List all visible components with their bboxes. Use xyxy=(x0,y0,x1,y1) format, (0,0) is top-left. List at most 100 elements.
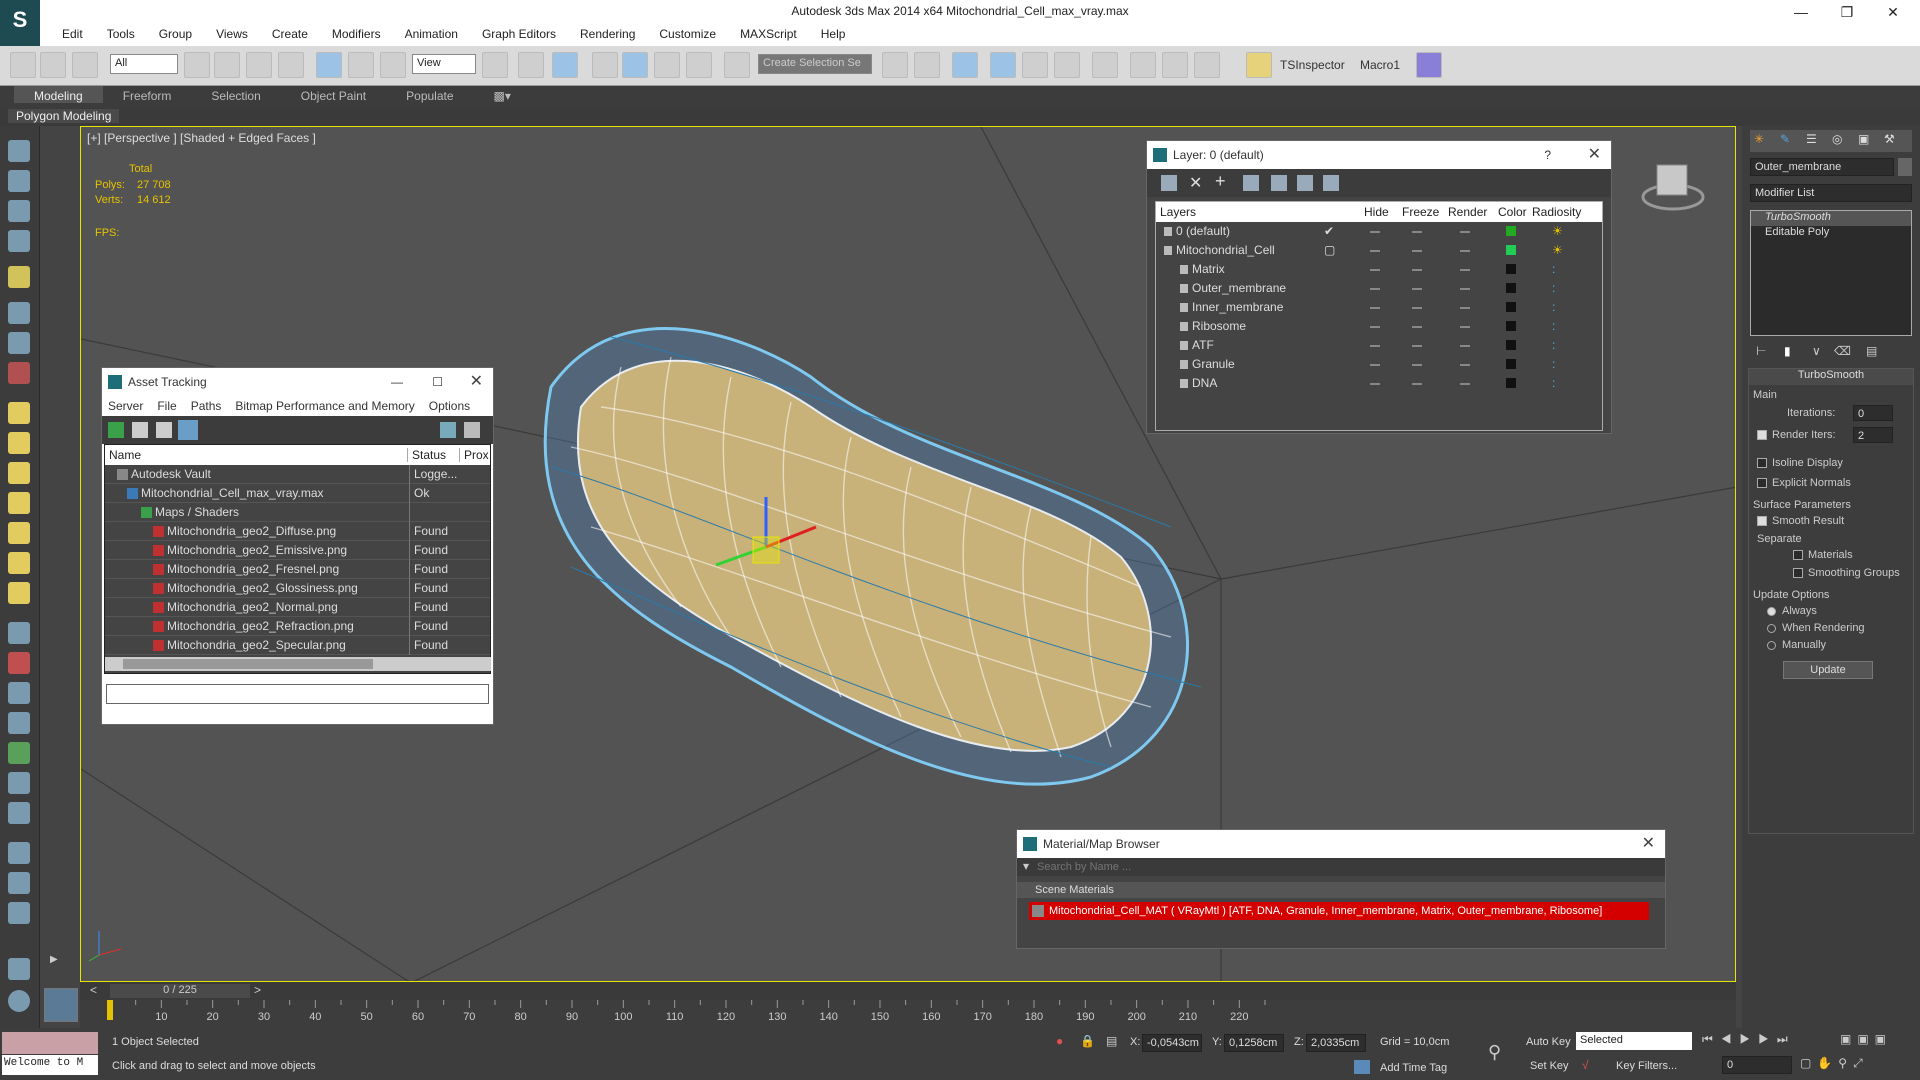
utilities-tab-icon[interactable]: ⚒ xyxy=(1884,132,1895,146)
minimize-icon[interactable]: — xyxy=(1778,0,1824,24)
material-browser-titlebar[interactable]: Material/Map Browser ✕ xyxy=(1017,830,1665,858)
mini-curve-editor-icon[interactable] xyxy=(44,988,78,1022)
viewport-nav-controls-2[interactable]: ▢✋⚲⤢ xyxy=(1800,1056,1869,1071)
grid-icon[interactable] xyxy=(8,230,30,252)
radiosity-icon[interactable]: : xyxy=(1552,336,1555,355)
hide-toggle[interactable] xyxy=(1370,345,1380,347)
column-radiosity[interactable]: Radiosity xyxy=(1532,205,1581,219)
manipulate-icon[interactable] xyxy=(518,52,544,78)
modifier-list-dropdown[interactable]: Modifier List xyxy=(1750,184,1912,202)
menu-graph-editors[interactable]: Graph Editors xyxy=(470,24,568,41)
column-freeze[interactable]: Freeze xyxy=(1402,205,1439,219)
radiosity-icon[interactable]: : xyxy=(1552,317,1555,336)
z-coordinate-field[interactable]: 2,0335cm xyxy=(1306,1034,1366,1052)
named-selection-set-input[interactable]: Create Selection Se xyxy=(758,54,872,74)
layer-color-swatch[interactable] xyxy=(1506,264,1516,274)
asset-row[interactable]: Mitochondria_geo2_Specular.png Found xyxy=(105,636,490,655)
freeze-toggle[interactable] xyxy=(1412,383,1422,385)
menu-maxscript[interactable]: MAXScript xyxy=(728,24,809,41)
radiosity-icon[interactable]: : xyxy=(1552,279,1555,298)
display-tab-icon[interactable]: ▣ xyxy=(1858,132,1869,146)
viewport-label[interactable]: [+] [Perspective ] [Shaded + Edged Faces… xyxy=(87,131,316,145)
tab-modeling[interactable]: Modeling xyxy=(14,86,103,103)
hide-toggle[interactable] xyxy=(1370,364,1380,366)
hide-toggle[interactable] xyxy=(1370,288,1380,290)
hide-all-icon[interactable] xyxy=(1297,175,1313,191)
render-toggle[interactable] xyxy=(1460,288,1470,290)
radiosity-icon[interactable]: : xyxy=(1552,260,1555,279)
select-in-layer-icon[interactable] xyxy=(1243,175,1259,191)
help-icon[interactable] xyxy=(440,422,456,438)
asset-row[interactable]: Autodesk Vault Logge... xyxy=(105,465,490,484)
layer-row[interactable]: Outer_membrane: xyxy=(1156,279,1602,298)
help-button[interactable]: ? xyxy=(1544,141,1551,169)
statistics-icon[interactable] xyxy=(8,200,30,222)
tab-populate[interactable]: Populate xyxy=(386,86,473,103)
column-layers[interactable]: Layers xyxy=(1160,205,1196,219)
time-slider[interactable]: < 0 / 225 > xyxy=(80,982,1736,1000)
menu-views[interactable]: Views xyxy=(204,24,260,41)
maximize-icon[interactable]: ☐ xyxy=(432,368,443,396)
light-icon[interactable] xyxy=(8,266,30,288)
active-layer-check-icon[interactable]: ✔ xyxy=(1324,222,1334,241)
highlight-layer-icon[interactable] xyxy=(1271,175,1287,191)
render-production-icon[interactable] xyxy=(1194,52,1220,78)
render-utility-icon[interactable] xyxy=(8,872,30,894)
isoline-checkbox[interactable]: Isoline Display xyxy=(1757,457,1843,469)
radiosity-icon[interactable]: : xyxy=(1552,374,1555,393)
close-icon[interactable]: ✕ xyxy=(1588,141,1601,169)
freeze-toggle[interactable] xyxy=(1412,326,1422,328)
asset-path-field[interactable] xyxy=(106,684,489,704)
listener-input[interactable]: Welcome to M xyxy=(2,1055,98,1075)
search-options-icon[interactable]: ▾ xyxy=(1023,859,1029,873)
hide-toggle[interactable] xyxy=(1370,269,1380,271)
sphere-primitive-icon[interactable] xyxy=(8,432,30,454)
object-name-field[interactable]: Outer_membrane xyxy=(1750,158,1894,176)
align-icon[interactable] xyxy=(914,52,940,78)
refresh-icon[interactable] xyxy=(108,422,124,438)
archive-icon[interactable] xyxy=(8,902,30,924)
sun-icon[interactable] xyxy=(8,552,30,574)
tab-selection[interactable]: Selection xyxy=(191,86,280,103)
teapot-primitive-icon[interactable] xyxy=(8,492,30,514)
close-icon[interactable]: ✕ xyxy=(1870,0,1916,24)
menu-file[interactable]: File xyxy=(157,399,176,413)
window-crossing-icon[interactable] xyxy=(278,52,304,78)
render-iters-spinner[interactable]: 2 xyxy=(1853,427,1893,443)
tsinspector-label[interactable]: TSInspector xyxy=(1280,58,1345,72)
layer-row[interactable]: Granule: xyxy=(1156,355,1602,374)
always-radio[interactable]: Always xyxy=(1767,605,1817,617)
separate-smoothing-checkbox[interactable]: Smoothing Groups xyxy=(1793,567,1900,579)
column-color[interactable]: Color xyxy=(1498,205,1527,219)
tab-object-paint[interactable]: Object Paint xyxy=(281,86,386,103)
menu-bitmap-performance[interactable]: Bitmap Performance and Memory xyxy=(235,399,414,413)
current-frame-marker[interactable] xyxy=(107,1000,113,1020)
render-setup-icon[interactable] xyxy=(1130,52,1156,78)
menu-animation[interactable]: Animation xyxy=(393,24,470,41)
cylinder-primitive-icon[interactable] xyxy=(8,582,30,604)
render-toggle[interactable] xyxy=(1460,250,1470,252)
smooth-result-checkbox[interactable]: Smooth Result xyxy=(1757,515,1844,527)
close-icon[interactable]: ✕ xyxy=(1642,830,1655,858)
hide-toggle[interactable] xyxy=(1370,250,1380,252)
restore-icon[interactable]: ❐ xyxy=(1824,0,1870,24)
edit-named-sets-icon[interactable] xyxy=(724,52,750,78)
settings-icon[interactable] xyxy=(464,422,480,438)
helper-icon[interactable] xyxy=(8,332,30,354)
manually-radio[interactable]: Manually xyxy=(1767,639,1826,651)
next-frame-icon[interactable]: > xyxy=(254,983,270,999)
keyboard-shortcut-icon[interactable] xyxy=(552,52,578,78)
asset-table-scrollbar[interactable] xyxy=(105,657,491,671)
menu-help[interactable]: Help xyxy=(809,24,858,41)
menu-paths[interactable]: Paths xyxy=(191,399,222,413)
x-coordinate-field[interactable]: -0,0543cm xyxy=(1142,1034,1202,1052)
delete-layer-icon[interactable]: ✕ xyxy=(1189,173,1202,193)
select-scale-icon[interactable] xyxy=(380,52,406,78)
stack-editable-poly[interactable]: Editable Poly xyxy=(1751,226,1911,241)
motion-tab-icon[interactable]: ◎ xyxy=(1832,132,1842,146)
layer-manager-titlebar[interactable]: Layer: 0 (default) ? ✕ xyxy=(1147,141,1611,169)
scrollbar-thumb[interactable] xyxy=(123,659,373,669)
viewcube-icon[interactable] xyxy=(1641,157,1705,217)
create-tab-icon[interactable]: ✳ xyxy=(1754,132,1764,146)
when-rendering-radio[interactable]: When Rendering xyxy=(1767,622,1865,634)
